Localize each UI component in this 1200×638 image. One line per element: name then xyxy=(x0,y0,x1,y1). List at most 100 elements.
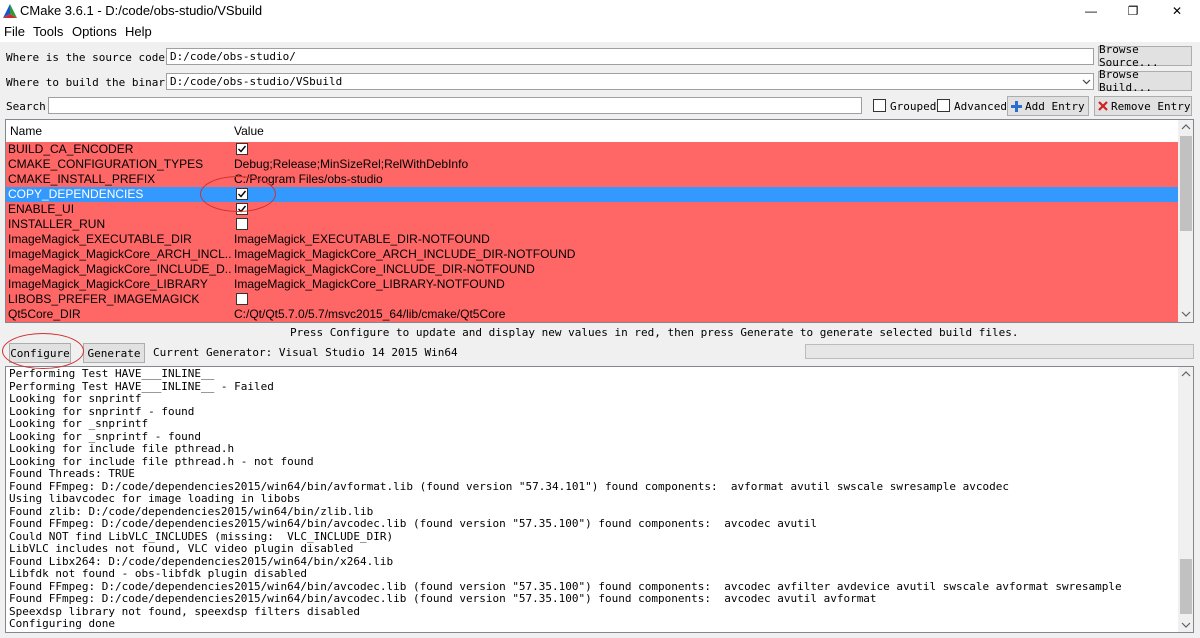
minimize-button[interactable]: — xyxy=(1068,0,1114,22)
table-row[interactable]: CMAKE_INSTALL_PREFIX C:/Program Files/obs… xyxy=(6,172,1178,187)
menu-options[interactable]: Options xyxy=(72,24,117,39)
source-label: Where is the source code: xyxy=(6,51,172,64)
entry-name: ImageMagick_MagickCore_INCLUDE_D... xyxy=(8,262,232,276)
entry-value[interactable]: ImageMagick_MagickCore_ARCH_INCLUDE_DIR-… xyxy=(234,247,575,262)
build-path-value: D:/code/obs-studio/VSbuild xyxy=(170,75,343,88)
advanced-label: Advanced xyxy=(954,100,1007,113)
scrollbar-thumb[interactable] xyxy=(1180,136,1192,231)
table-row[interactable]: ImageMagick_MagickCore_LIBRARY ImageMagic… xyxy=(6,277,1178,292)
table-row[interactable]: ImageMagick_MagickCore_ARCH_INCL... Image… xyxy=(6,247,1178,262)
grouped-label: Grouped xyxy=(890,100,937,113)
source-path-input[interactable]: D:/code/obs-studio/ xyxy=(166,48,1094,65)
output-line: Libfdk not found - obs-libfdk plugin dis… xyxy=(9,567,308,580)
entry-name: INSTALLER_RUN xyxy=(8,217,106,231)
output-scrollbar[interactable] xyxy=(1178,367,1194,632)
entry-checkbox[interactable] xyxy=(236,188,248,200)
progress-bar xyxy=(805,344,1194,359)
menu-tools[interactable]: Tools xyxy=(33,24,63,39)
table-row[interactable]: INSTALLER_RUN xyxy=(6,217,1178,232)
menu-file[interactable]: File xyxy=(4,24,25,39)
maximize-icon: ❐ xyxy=(1127,4,1139,18)
output-log[interactable]: Performing Test HAVE___INLINE__ Performin… xyxy=(5,366,1194,633)
entry-value[interactable]: ImageMagick_EXECUTABLE_DIR-NOTFOUND xyxy=(234,232,490,247)
scroll-down-icon[interactable] xyxy=(1178,618,1194,632)
table-scrollbar[interactable] xyxy=(1178,120,1194,322)
checkmark-icon xyxy=(238,190,247,198)
close-button[interactable]: ✕ xyxy=(1154,0,1200,22)
chevron-down-icon[interactable] xyxy=(1082,77,1091,86)
entry-value[interactable]: ImageMagick_MagickCore_LIBRARY-NOTFOUND xyxy=(234,277,505,292)
entry-checkbox[interactable] xyxy=(236,218,248,230)
search-input[interactable] xyxy=(48,97,862,114)
entry-checkbox[interactable] xyxy=(236,203,248,215)
menu-bar: File Tools Options Help xyxy=(0,22,1200,42)
entry-value[interactable]: Debug;Release;MinSizeRel;RelWithDebInfo xyxy=(234,157,468,172)
advanced-checkbox[interactable] xyxy=(937,99,950,112)
scroll-up-icon[interactable] xyxy=(1178,120,1194,134)
add-entry-button[interactable]: Add Entry xyxy=(1007,96,1089,116)
grouped-checkbox[interactable] xyxy=(873,99,886,112)
table-header: Name Value xyxy=(6,120,1178,142)
output-lines: Performing Test HAVE___INLINE__ Performin… xyxy=(9,367,1122,631)
cmake-triangle-icon xyxy=(3,4,17,18)
scroll-up-icon[interactable] xyxy=(1178,367,1194,381)
entry-name: ENABLE_UI xyxy=(8,202,75,216)
entry-name: CMAKE_INSTALL_PREFIX xyxy=(8,172,156,186)
table-row[interactable]: COPY_DEPENDENCIES xyxy=(6,187,1178,202)
entry-value[interactable]: C:/Program Files/obs-studio xyxy=(234,172,383,187)
current-generator: Current Generator: Visual Studio 14 2015… xyxy=(153,346,458,359)
output-line: Looking for include file pthread.h - not… xyxy=(9,454,314,468)
generate-button[interactable]: Generate xyxy=(83,343,145,363)
entry-name: CMAKE_CONFIGURATION_TYPES xyxy=(8,157,204,171)
build-path-combo[interactable]: D:/code/obs-studio/VSbuild xyxy=(166,73,1094,90)
add-entry-label: Add Entry xyxy=(1025,99,1085,113)
output-line: Found FFmpeg: D:/code/dependencies2015/w… xyxy=(9,592,877,605)
entry-name: LIBOBS_PREFER_IMAGEMAGICK xyxy=(8,292,200,306)
table-row[interactable]: Qt5Core_DIR C:/Qt/Qt5.7.0/5.7/msvc2015_64… xyxy=(6,307,1178,322)
output-line: Using libavcodec for image loading in li… xyxy=(9,492,301,505)
output-line: Looking for snprintf - found xyxy=(9,404,195,418)
output-line: Performing Test HAVE___INLINE__ - Failed xyxy=(9,379,274,393)
entry-name: ImageMagick_MagickCore_ARCH_INCL... xyxy=(8,247,232,261)
table-body: BUILD_CA_ENCODER CMAKE_CONFIGURATION_TYPE… xyxy=(6,142,1178,322)
table-row[interactable]: CMAKE_CONFIGURATION_TYPES Debug;Release;M… xyxy=(6,157,1178,172)
configure-button[interactable]: Configure xyxy=(9,343,71,363)
checkmark-icon xyxy=(238,145,247,153)
column-header-value[interactable]: Value xyxy=(234,124,264,138)
entry-checkbox[interactable] xyxy=(236,143,248,155)
output-line: Found Threads: TRUE xyxy=(9,467,135,480)
table-row[interactable]: ImageMagick_EXECUTABLE_DIR ImageMagick_EX… xyxy=(6,232,1178,247)
output-line: Looking for _snprintf xyxy=(9,417,149,430)
remove-entry-button[interactable]: Remove Entry xyxy=(1094,96,1192,116)
menu-help[interactable]: Help xyxy=(125,24,152,39)
cache-table[interactable]: Name Value BUILD_CA_ENCODER CMAKE_CONFIGU… xyxy=(5,119,1194,323)
output-line: Configuring done xyxy=(9,617,115,630)
output-line: Looking for include file pthread.h xyxy=(9,442,235,455)
checkmark-icon xyxy=(238,205,247,213)
browse-source-button[interactable]: Browse Source... xyxy=(1098,43,1192,69)
search-label: Search: xyxy=(6,100,53,113)
scrollbar-thumb[interactable] xyxy=(1180,559,1192,614)
close-icon: ✕ xyxy=(1171,4,1183,18)
entry-value[interactable]: ImageMagick_MagickCore_INCLUDE_DIR-NOTFO… xyxy=(234,262,535,277)
output-line: LibVLC includes not found, VLC video plu… xyxy=(9,542,354,555)
table-row[interactable]: ENABLE_UI xyxy=(6,202,1178,217)
scroll-down-icon[interactable] xyxy=(1178,307,1194,321)
table-row[interactable]: BUILD_CA_ENCODER xyxy=(6,142,1178,157)
entry-checkbox[interactable] xyxy=(236,293,248,305)
x-icon xyxy=(1098,101,1108,111)
browse-build-button[interactable]: Browse Build... xyxy=(1098,68,1192,94)
output-line: Looking for snprintf xyxy=(9,392,142,405)
title-bar: CMake 3.6.1 - D:/code/obs-studio/VSbuild… xyxy=(0,0,1200,22)
entry-value[interactable]: C:/Qt/Qt5.7.0/5.7/msvc2015_64/lib/cmake/… xyxy=(234,307,505,322)
build-label: Where to build the binaries: xyxy=(6,76,192,89)
table-row[interactable]: ImageMagick_MagickCore_INCLUDE_D... Image… xyxy=(6,262,1178,277)
maximize-button[interactable]: ❐ xyxy=(1110,0,1156,22)
plus-icon xyxy=(1011,100,1022,112)
output-line: Speexdsp library not found, speexdsp fil… xyxy=(9,604,360,618)
column-header-name[interactable]: Name xyxy=(10,124,42,138)
table-row[interactable]: LIBOBS_PREFER_IMAGEMAGICK xyxy=(6,292,1178,307)
entry-name: ImageMagick_MagickCore_LIBRARY xyxy=(8,277,208,291)
entry-name: COPY_DEPENDENCIES xyxy=(8,187,144,201)
output-line: Found FFmpeg: D:/code/dependencies2015/w… xyxy=(9,517,817,530)
